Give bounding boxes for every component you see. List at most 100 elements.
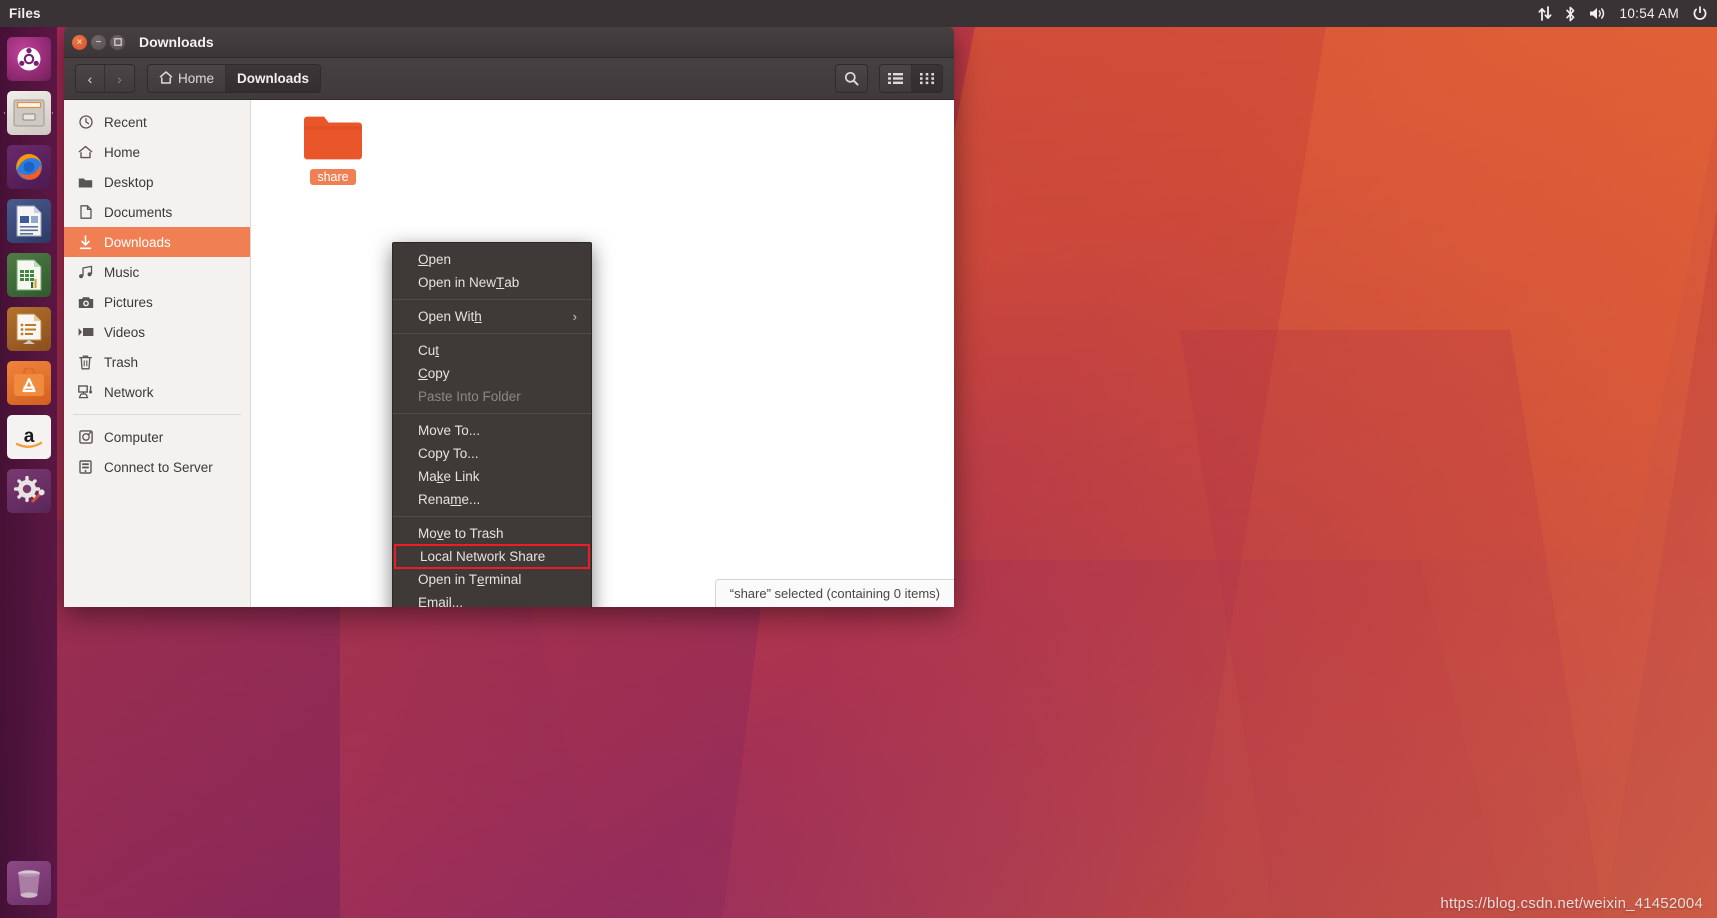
sidebar-item-music[interactable]: Music	[64, 257, 250, 287]
maximize-icon[interactable]	[110, 35, 125, 50]
panel-indicators: 10:54 AM	[1538, 6, 1717, 22]
sidebar-item-music-label: Music	[104, 265, 139, 280]
document-icon	[77, 205, 94, 219]
launcher-item-trash[interactable]	[0, 855, 57, 912]
breadcrumb-item-home[interactable]: Home	[148, 65, 226, 92]
menu-item-open-in-terminal[interactable]: Open in Terminal	[393, 568, 591, 591]
window-title: Downloads	[139, 34, 214, 50]
sidebar-item-recent-label: Recent	[104, 115, 147, 130]
files-window: × − Downloads ‹ › Home Downloads	[64, 27, 954, 607]
network-transfer-icon[interactable]	[1538, 6, 1552, 21]
system-menu-icon[interactable]	[1692, 6, 1708, 22]
sidebar-item-pictures-label: Pictures	[104, 295, 153, 310]
svg-text:a: a	[23, 426, 34, 447]
launcher-item-ubuntu-software[interactable]	[4, 358, 53, 407]
wallpaper-facet-bottom	[520, 560, 1510, 918]
bluetooth-icon[interactable]	[1565, 6, 1576, 22]
sidebar: Recent Home Desktop Documents	[64, 100, 251, 607]
file-item-share[interactable]: share	[291, 112, 375, 185]
launcher-item-ubuntu-dash[interactable]	[4, 34, 53, 83]
system-settings-icon	[7, 469, 51, 513]
menu-separator	[393, 333, 591, 334]
computer-icon	[77, 430, 94, 444]
home-icon	[77, 145, 94, 159]
folder-icon	[302, 112, 364, 167]
close-icon[interactable]: ×	[72, 35, 87, 50]
top-panel: Files 10:54 AM	[0, 0, 1717, 27]
folder-icon	[77, 176, 94, 189]
sidebar-item-network-label: Network	[104, 385, 154, 400]
breadcrumb-item-home-label: Home	[178, 71, 214, 86]
sidebar-item-connect-to-server[interactable]: Connect to Server	[64, 452, 250, 482]
wallpaper-facet-lower-right	[1180, 330, 1605, 918]
volume-icon[interactable]	[1589, 6, 1607, 21]
download-icon	[77, 235, 94, 250]
minimize-icon[interactable]: −	[91, 35, 106, 50]
sidebar-item-downloads[interactable]: Downloads	[64, 227, 250, 257]
launcher-item-libreoffice-writer[interactable]	[4, 196, 53, 245]
sidebar-divider	[73, 414, 241, 415]
status-bar: “share” selected (containing 0 items)	[715, 579, 954, 607]
search-group	[835, 64, 868, 93]
forward-button[interactable]: ›	[105, 65, 134, 92]
menu-item-copy[interactable]: Copy	[393, 362, 591, 385]
sidebar-item-recent[interactable]: Recent	[64, 107, 250, 137]
launcher-item-libreoffice-calc[interactable]	[4, 250, 53, 299]
sidebar-item-computer[interactable]: Computer	[64, 422, 250, 452]
sidebar-item-trash-label: Trash	[104, 355, 138, 370]
launcher-item-system-settings[interactable]	[4, 466, 53, 515]
camera-icon	[77, 296, 94, 309]
menu-item-move-to[interactable]: Move To...	[393, 419, 591, 442]
sidebar-item-documents[interactable]: Documents	[64, 197, 250, 227]
context-menu: Open Open in New Tab Open With › Cut Cop…	[392, 242, 592, 607]
server-icon	[77, 460, 94, 474]
sidebar-item-desktop[interactable]: Desktop	[64, 167, 250, 197]
chevron-right-icon: ›	[573, 309, 577, 324]
sidebar-item-videos[interactable]: Videos	[64, 317, 250, 347]
search-icon[interactable]	[836, 65, 867, 92]
libreoffice-impress-icon	[7, 307, 51, 351]
menu-item-email[interactable]: Email...	[393, 591, 591, 607]
toolbar-right-group	[835, 64, 943, 93]
breadcrumb-item-downloads[interactable]: Downloads	[226, 65, 320, 92]
network-icon	[77, 385, 94, 399]
sidebar-item-desktop-label: Desktop	[104, 175, 154, 190]
launcher-item-amazon[interactable]: a	[4, 412, 53, 461]
menu-item-open[interactable]: Open	[393, 248, 591, 271]
video-icon	[77, 326, 94, 338]
menu-item-move-to-trash[interactable]: Move to Trash	[393, 522, 591, 545]
music-icon	[77, 265, 94, 279]
menu-item-open-in-new-tab[interactable]: Open in New Tab	[393, 271, 591, 294]
status-bar-text: “share” selected (containing 0 items)	[730, 586, 940, 601]
back-button[interactable]: ‹	[76, 65, 105, 92]
menu-item-cut[interactable]: Cut	[393, 339, 591, 362]
file-list-area[interactable]: share “share” selected (containing 0 ite…	[251, 100, 954, 607]
files-app-icon	[7, 91, 51, 135]
window-titlebar[interactable]: × − Downloads	[64, 27, 954, 58]
menu-item-make-link[interactable]: Make Link	[393, 465, 591, 488]
launcher-item-libreoffice-impress[interactable]	[4, 304, 53, 353]
wallpaper-facet-right	[1185, 0, 1717, 918]
panel-clock[interactable]: 10:54 AM	[1620, 6, 1679, 21]
list-view-icon[interactable]	[880, 65, 912, 92]
view-toggle-group	[879, 64, 943, 93]
trash-icon	[77, 355, 94, 370]
sidebar-item-pictures[interactable]: Pictures	[64, 287, 250, 317]
libreoffice-calc-icon	[7, 253, 51, 297]
grid-view-icon[interactable]	[912, 65, 942, 92]
menu-item-local-network-share[interactable]: Local Network Share	[395, 545, 589, 568]
wallpaper-facet-upper-right	[871, 0, 1717, 560]
libreoffice-writer-icon	[7, 199, 51, 243]
sidebar-item-trash[interactable]: Trash	[64, 347, 250, 377]
sidebar-item-home[interactable]: Home	[64, 137, 250, 167]
menu-item-open-with[interactable]: Open With ›	[393, 305, 591, 328]
launcher-item-firefox[interactable]	[4, 142, 53, 191]
breadcrumb-item-downloads-label: Downloads	[237, 71, 309, 86]
file-item-label: share	[310, 169, 355, 185]
menu-item-rename[interactable]: Rename...	[393, 488, 591, 511]
menu-item-copy-to[interactable]: Copy To...	[393, 442, 591, 465]
sidebar-item-connect-to-server-label: Connect to Server	[104, 460, 213, 475]
panel-app-name[interactable]: Files	[0, 6, 41, 21]
launcher-item-files[interactable]	[4, 88, 53, 137]
sidebar-item-network[interactable]: Network	[64, 377, 250, 407]
